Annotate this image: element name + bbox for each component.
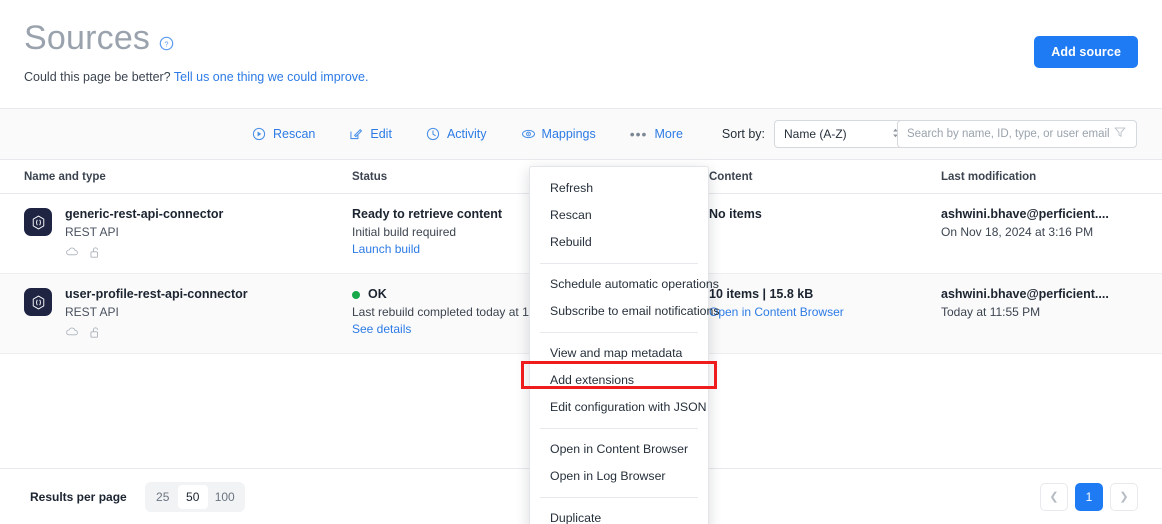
chevron-left-icon[interactable]: ❮: [1040, 483, 1068, 511]
toolbar-edit-button[interactable]: Edit: [349, 127, 392, 141]
title-row: Sources ?: [24, 18, 1138, 58]
sort-by-value: Name (A-Z): [784, 127, 847, 141]
menu-divider: [540, 263, 698, 264]
modified-by: ashwini.bhave@perficient....: [941, 207, 1138, 222]
menu-item-view-and-map-metadata[interactable]: View and map metadata: [530, 340, 708, 367]
svg-text:?: ?: [165, 39, 169, 48]
feedback-text: Could this page be better?: [24, 70, 171, 84]
search-input[interactable]: [907, 128, 1113, 140]
page-size-50[interactable]: 50: [178, 485, 208, 509]
source-name: generic-rest-api-connector: [65, 207, 223, 222]
unlock-icon: [89, 246, 101, 259]
row-content-cell: No items: [709, 207, 941, 273]
status-title-text: OK: [368, 287, 387, 302]
play-circle-icon: [252, 127, 266, 141]
sort-by-label: Sort by:: [722, 127, 765, 141]
page-number-1[interactable]: 1: [1075, 483, 1103, 511]
menu-item-open-in-log-browser[interactable]: Open in Log Browser: [530, 463, 708, 490]
feedback-row: Could this page be better? Tell us one t…: [24, 70, 1138, 84]
see-details-link[interactable]: See details: [352, 322, 411, 336]
menu-item-add-extensions[interactable]: Add extensions: [530, 367, 708, 394]
row-content-cell: 10 items | 15.8 kB Open in Content Brows…: [709, 287, 941, 353]
content-summary: No items: [709, 207, 941, 222]
context-menu: Refresh Rescan Rebuild Schedule automati…: [529, 166, 709, 524]
menu-item-rebuild[interactable]: Rebuild: [530, 229, 708, 256]
sort-group: Sort by: Name (A-Z): [722, 120, 910, 148]
menu-item-subscribe-to-email-notifications[interactable]: Subscribe to email notifications: [530, 298, 708, 325]
clock-icon: [426, 127, 440, 141]
page-header: Sources ? Could this page be better? Tel…: [0, 0, 1162, 108]
search-box[interactable]: [897, 120, 1137, 148]
page-size-100[interactable]: 100: [208, 485, 242, 509]
toolbar-rescan-button[interactable]: Rescan: [252, 127, 315, 141]
toolbar-more-label: More: [654, 127, 682, 141]
menu-item-duplicate[interactable]: Duplicate: [530, 505, 708, 524]
menu-item-refresh[interactable]: Refresh: [530, 175, 708, 202]
connector-icon: [24, 288, 52, 316]
funnel-icon[interactable]: [1113, 125, 1127, 144]
unlock-icon: [89, 326, 101, 339]
menu-item-open-in-content-browser[interactable]: Open in Content Browser: [530, 436, 708, 463]
page-title: Sources: [24, 18, 150, 58]
cloud-icon: [65, 326, 80, 339]
menu-divider: [540, 428, 698, 429]
toolbar-rescan-label: Rescan: [273, 127, 315, 141]
results-per-page-group: 25 50 100: [145, 482, 245, 512]
row-name-cell: user-profile-rest-api-connector REST API: [0, 287, 352, 353]
launch-build-link[interactable]: Launch build: [352, 242, 420, 256]
chevron-right-icon[interactable]: ❯: [1110, 483, 1138, 511]
toolbar: Rescan Edit Activity: [0, 108, 1162, 160]
column-header-modification: Last modification: [941, 171, 1162, 183]
pencil-square-icon: [349, 127, 363, 141]
row-name-cell: generic-rest-api-connector REST API: [0, 207, 352, 273]
row-modification-cell: ashwini.bhave@perficient.... Today at 11…: [941, 287, 1162, 353]
results-per-page-label: Results per page: [30, 490, 127, 504]
add-source-button[interactable]: Add source: [1034, 36, 1138, 68]
menu-item-rescan[interactable]: Rescan: [530, 202, 708, 229]
modified-by: ashwini.bhave@perficient....: [941, 287, 1138, 302]
modified-when: Today at 11:55 PM: [941, 305, 1138, 319]
source-type: REST API: [65, 305, 248, 319]
sort-by-select[interactable]: Name (A-Z): [774, 120, 910, 148]
row-badges: [65, 246, 223, 259]
source-type: REST API: [65, 225, 223, 239]
toolbar-mappings-label: Mappings: [542, 127, 596, 141]
toolbar-actions: Rescan Edit Activity: [252, 127, 683, 141]
question-circle-icon[interactable]: ?: [159, 36, 174, 51]
content-summary: 10 items | 15.8 kB: [709, 287, 941, 302]
source-name: user-profile-rest-api-connector: [65, 287, 248, 302]
column-header-content: Content: [709, 171, 941, 183]
ellipsis-icon: •••: [630, 129, 648, 139]
toolbar-edit-label: Edit: [370, 127, 392, 141]
modified-when: On Nov 18, 2024 at 3:16 PM: [941, 225, 1138, 239]
menu-divider: [540, 497, 698, 498]
page-size-25[interactable]: 25: [148, 485, 178, 509]
status-dot-ok: [352, 291, 360, 299]
eye-icon: [521, 127, 535, 141]
pagination: ❮ 1 ❯: [1040, 483, 1138, 511]
menu-item-edit-configuration-with-json[interactable]: Edit configuration with JSON: [530, 394, 708, 421]
menu-divider: [540, 332, 698, 333]
sources-page: Sources ? Could this page be better? Tel…: [0, 0, 1162, 524]
row-badges: [65, 326, 248, 339]
toolbar-mappings-button[interactable]: Mappings: [521, 127, 596, 141]
toolbar-activity-button[interactable]: Activity: [426, 127, 487, 141]
menu-item-schedule-automatic-operations[interactable]: Schedule automatic operations: [530, 271, 708, 298]
connector-icon: [24, 208, 52, 236]
column-header-name: Name and type: [0, 171, 352, 183]
toolbar-activity-label: Activity: [447, 127, 487, 141]
row-modification-cell: ashwini.bhave@perficient.... On Nov 18, …: [941, 207, 1162, 273]
toolbar-more-button[interactable]: ••• More: [630, 127, 683, 141]
open-content-browser-link[interactable]: Open in Content Browser: [709, 305, 844, 319]
feedback-link[interactable]: Tell us one thing we could improve.: [174, 70, 369, 84]
cloud-icon: [65, 246, 80, 259]
